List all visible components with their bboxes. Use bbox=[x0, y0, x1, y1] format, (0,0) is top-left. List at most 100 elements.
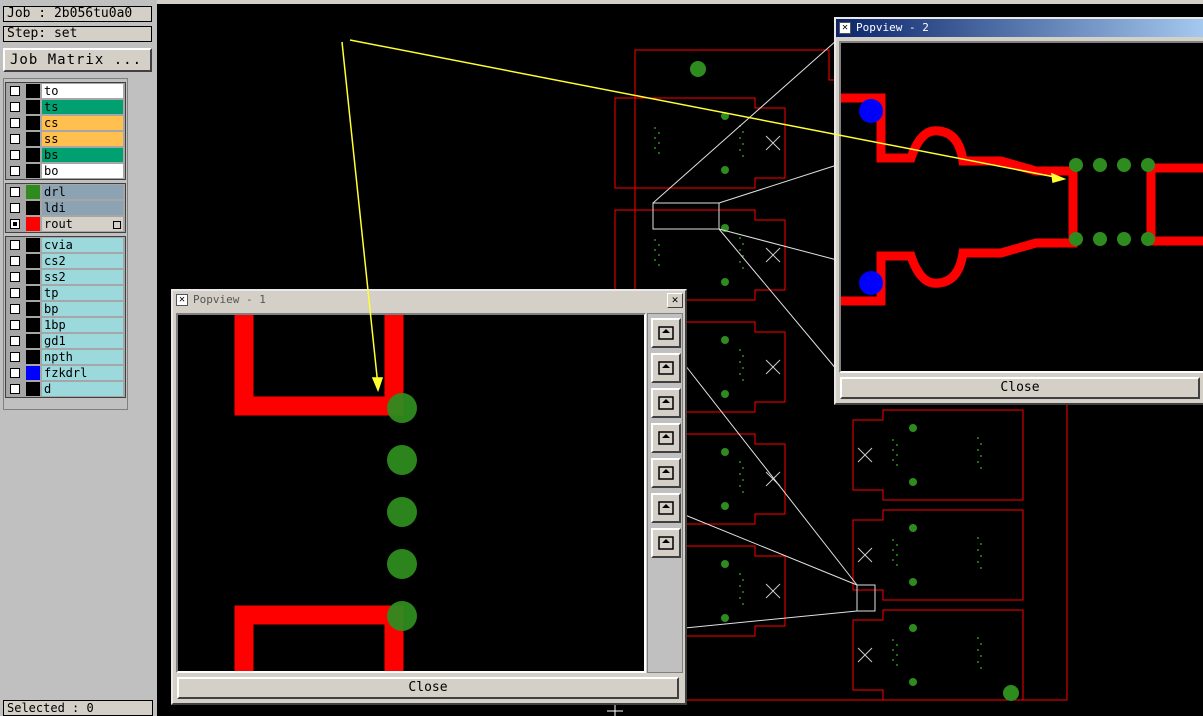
layer-color-swatch[interactable] bbox=[26, 217, 40, 231]
layer-checkbox[interactable] bbox=[10, 187, 20, 197]
zoom-out-icon[interactable] bbox=[651, 388, 681, 418]
layer-row-ss[interactable]: ss bbox=[6, 131, 125, 147]
layer-color-swatch[interactable] bbox=[26, 132, 40, 146]
pan-center-icon[interactable] bbox=[651, 528, 681, 558]
layer-row-gd1[interactable]: gd1 bbox=[6, 333, 125, 349]
layer-row-rout[interactable]: rout bbox=[6, 216, 125, 232]
layer-checkbox[interactable] bbox=[10, 102, 20, 112]
layer-checkbox[interactable] bbox=[10, 256, 20, 266]
layer-name[interactable]: to bbox=[42, 84, 123, 98]
layer-checkbox[interactable] bbox=[10, 304, 20, 314]
zoom-in-icon[interactable] bbox=[651, 353, 681, 383]
fit-icon[interactable] bbox=[651, 493, 681, 523]
layer-row-tp[interactable]: tp bbox=[6, 285, 125, 301]
layer-checkbox[interactable] bbox=[10, 384, 20, 394]
layer-row-ldi[interactable]: ldi bbox=[6, 200, 125, 216]
popview-1-titlebar[interactable]: ✕ Popview - 1 ✕ bbox=[173, 291, 685, 309]
layer-row-npth[interactable]: npth bbox=[6, 349, 125, 365]
pan-right-icon[interactable] bbox=[651, 458, 681, 488]
job-matrix-button[interactable]: Job Matrix ... bbox=[3, 48, 152, 72]
layer-row-bp[interactable]: bp bbox=[6, 301, 125, 317]
layer-color-swatch[interactable] bbox=[26, 270, 40, 284]
layer-name[interactable]: cs2 bbox=[42, 254, 123, 268]
popview-1-close-button[interactable]: Close bbox=[177, 677, 679, 699]
layer-name[interactable]: cs bbox=[42, 116, 123, 130]
layer-color-swatch[interactable] bbox=[26, 100, 40, 114]
layer-name[interactable]: bs bbox=[42, 148, 123, 162]
layer-row-bs[interactable]: bs bbox=[6, 147, 125, 163]
rout-path bbox=[234, 315, 404, 671]
layer-checkbox[interactable] bbox=[10, 166, 20, 176]
popview-2-titlebar[interactable]: ✕ Popview - 2 bbox=[836, 19, 1203, 37]
layer-row-cs[interactable]: cs bbox=[6, 115, 125, 131]
layer-name[interactable]: tp bbox=[42, 286, 123, 300]
popview-1-view[interactable] bbox=[176, 313, 646, 673]
layer-color-swatch[interactable] bbox=[26, 185, 40, 199]
layer-name[interactable]: npth bbox=[42, 350, 123, 364]
layer-checkbox[interactable] bbox=[10, 368, 20, 378]
layer-checkbox[interactable] bbox=[10, 86, 20, 96]
layer-name[interactable]: 1bp bbox=[42, 318, 123, 332]
layer-row-ss2[interactable]: ss2 bbox=[6, 269, 125, 285]
layer-checkbox[interactable] bbox=[10, 134, 20, 144]
layer-row-ts[interactable]: ts bbox=[6, 99, 125, 115]
layer-color-swatch[interactable] bbox=[26, 382, 40, 396]
zoom-window-icon[interactable] bbox=[651, 318, 681, 348]
layer-row-cvia[interactable]: cvia bbox=[6, 237, 125, 253]
layer-checkbox[interactable] bbox=[10, 288, 20, 298]
layer-row-1bp[interactable]: 1bp bbox=[6, 317, 125, 333]
layer-checkbox[interactable] bbox=[10, 118, 20, 128]
layer-name[interactable]: d bbox=[42, 382, 123, 396]
via-dot bbox=[739, 585, 741, 587]
layer-name[interactable]: ss bbox=[42, 132, 123, 146]
layer-row-drl[interactable]: drl bbox=[6, 184, 125, 200]
via-dot bbox=[896, 444, 898, 446]
layer-color-swatch[interactable] bbox=[26, 116, 40, 130]
layer-color-swatch[interactable] bbox=[26, 84, 40, 98]
layer-name[interactable]: drl bbox=[42, 185, 123, 199]
layer-name[interactable]: bo bbox=[42, 164, 123, 178]
via-dot bbox=[980, 567, 982, 569]
layer-color-swatch[interactable] bbox=[26, 238, 40, 252]
layer-row-fzkdrl[interactable]: fzkdrl bbox=[6, 365, 125, 381]
popview-2-view[interactable] bbox=[839, 41, 1203, 373]
via-dot bbox=[977, 437, 979, 439]
layer-name[interactable]: ts bbox=[42, 100, 123, 114]
via-dot bbox=[654, 249, 656, 251]
layer-color-swatch[interactable] bbox=[26, 201, 40, 215]
layer-name[interactable]: bp bbox=[42, 302, 123, 316]
layer-name[interactable]: ldi bbox=[42, 201, 123, 215]
layer-name[interactable]: cvia bbox=[42, 238, 123, 252]
layer-checkbox[interactable] bbox=[10, 219, 20, 229]
layer-checkbox[interactable] bbox=[10, 272, 20, 282]
popview-2-close-button[interactable]: Close bbox=[840, 377, 1200, 399]
close-icon[interactable]: ✕ bbox=[667, 293, 683, 308]
via-dot bbox=[739, 261, 741, 263]
layer-row-to[interactable]: to bbox=[6, 83, 125, 99]
layer-checkbox[interactable] bbox=[10, 203, 20, 213]
layer-checkbox[interactable] bbox=[10, 240, 20, 250]
layer-color-swatch[interactable] bbox=[26, 302, 40, 316]
layer-color-swatch[interactable] bbox=[26, 164, 40, 178]
layer-row-cs2[interactable]: cs2 bbox=[6, 253, 125, 269]
layer-color-swatch[interactable] bbox=[26, 318, 40, 332]
via-dot bbox=[896, 654, 898, 656]
layer-checkbox[interactable] bbox=[10, 320, 20, 330]
pan-left-icon[interactable] bbox=[651, 423, 681, 453]
layer-checkbox[interactable] bbox=[10, 336, 20, 346]
layer-checkbox[interactable] bbox=[10, 150, 20, 160]
drill-holes bbox=[387, 393, 417, 631]
layer-name[interactable]: gd1 bbox=[42, 334, 123, 348]
layer-row-d[interactable]: d bbox=[6, 381, 125, 397]
layer-checkbox[interactable] bbox=[10, 352, 20, 362]
layer-name[interactable]: ss2 bbox=[42, 270, 123, 284]
layer-color-swatch[interactable] bbox=[26, 366, 40, 380]
layer-color-swatch[interactable] bbox=[26, 148, 40, 162]
layer-name[interactable]: rout bbox=[42, 217, 123, 231]
layer-color-swatch[interactable] bbox=[26, 286, 40, 300]
layer-row-bo[interactable]: bo bbox=[6, 163, 125, 179]
layer-name[interactable]: fzkdrl bbox=[42, 366, 123, 380]
layer-color-swatch[interactable] bbox=[26, 334, 40, 348]
layer-color-swatch[interactable] bbox=[26, 254, 40, 268]
layer-color-swatch[interactable] bbox=[26, 350, 40, 364]
